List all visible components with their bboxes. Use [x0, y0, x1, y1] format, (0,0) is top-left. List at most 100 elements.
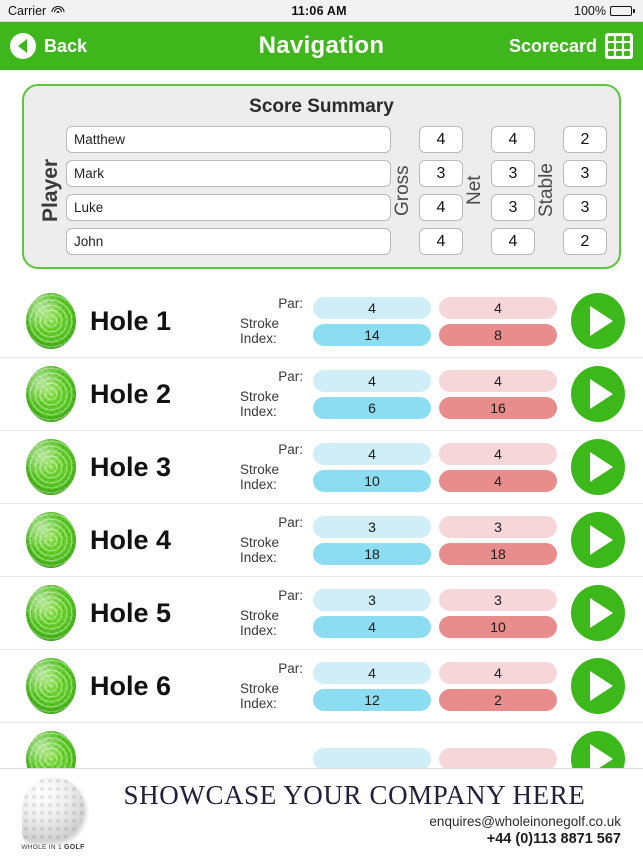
back-button[interactable]: Back — [10, 33, 87, 59]
blue-tee-values: 4 6 — [313, 369, 431, 419]
par-value-red: 3 — [439, 515, 557, 538]
scorecard-button-label: Scorecard — [508, 35, 597, 56]
par-value-red: 4 — [439, 296, 557, 319]
status-bar: Carrier 11:06 AM 100% — [0, 0, 643, 22]
advert-banner[interactable]: WHOLE IN 1 GOLF SHOWCASE YOUR COMPANY HE… — [0, 768, 643, 858]
player-name-input[interactable]: Mark — [66, 160, 391, 187]
player-name-input[interactable]: Luke — [66, 194, 391, 221]
net-score-value: 4 — [491, 228, 535, 255]
stroke-index-value-blue: 14 — [313, 323, 431, 346]
par-label: Par: — [278, 296, 303, 311]
player-name-input[interactable]: Matthew — [66, 126, 391, 153]
stroke-index-label: Stroke Index: — [240, 535, 280, 565]
par-value-red — [439, 748, 557, 770]
status-bar-left: Carrier — [8, 3, 65, 18]
hole-name-label: Hole 3 — [90, 451, 172, 482]
par-value-red: 4 — [439, 661, 557, 684]
green-golf-ball-icon — [26, 585, 76, 641]
play-arrow-icon[interactable] — [571, 293, 625, 349]
play-arrow-icon[interactable] — [571, 585, 625, 641]
hole-row[interactable]: Hole 3 Par: Stroke Index: 4 10 4 4 — [0, 431, 643, 504]
advert-text: SHOWCASE YOUR COMPANY HERE enquires@whol… — [92, 780, 629, 847]
par-value-blue: 4 — [313, 369, 431, 392]
hole-row[interactable]: Hole 2 Par: Stroke Index: 4 6 4 16 — [0, 358, 643, 431]
advert-phone[interactable]: +44 (0)113 8871 567 — [92, 831, 621, 847]
hole-row[interactable]: Hole 5 Par: Stroke Index: 3 4 3 10 — [0, 577, 643, 650]
play-arrow-icon[interactable] — [571, 512, 625, 568]
back-circle-arrow-icon — [10, 33, 36, 59]
stable-column-label: Stable — [536, 163, 557, 218]
grid-icon — [605, 33, 633, 59]
hole-metric-labels: Par: Stroke Index: — [240, 661, 313, 711]
hole-name-label: Hole 4 — [90, 524, 172, 555]
gross-column-label: Gross — [392, 165, 413, 216]
hole-metric-labels: Par: Stroke Index: — [240, 442, 313, 492]
par-value-red: 4 — [439, 442, 557, 465]
stroke-index-value-red: 10 — [439, 615, 557, 638]
red-tee-values: 4 16 — [439, 369, 557, 419]
status-bar-clock: 11:06 AM — [291, 3, 347, 18]
stroke-index-value-blue: 18 — [313, 542, 431, 565]
hole-metric-labels: Par: Stroke Index: — [240, 588, 313, 638]
par-label: Par: — [278, 661, 303, 676]
hole-name-label: Hole 2 — [90, 378, 172, 409]
play-arrow-icon[interactable] — [571, 439, 625, 495]
hole-metric-labels: Par: Stroke Index: — [240, 369, 313, 419]
stroke-index-value-blue: 10 — [313, 469, 431, 492]
green-golf-ball-icon — [26, 293, 76, 349]
logo-caption-brand: GOLF — [64, 843, 85, 851]
green-golf-ball-icon — [26, 658, 76, 714]
play-arrow-icon[interactable] — [571, 658, 625, 714]
score-summary-body: Player Matthew Mark Luke John Gross 4 3 … — [36, 126, 607, 255]
hole-metric-labels: Par: Stroke Index: — [240, 515, 313, 565]
back-button-label: Back — [44, 35, 88, 56]
gross-score-column: 4 3 4 4 — [419, 126, 463, 255]
blue-tee-values: 3 18 — [313, 515, 431, 565]
net-score-value: 4 — [491, 126, 535, 153]
par-value-blue: 4 — [313, 661, 431, 684]
status-bar-right: 100% — [574, 4, 635, 18]
net-column-label: Net — [464, 175, 485, 206]
blue-tee-values: 3 4 — [313, 588, 431, 638]
hole-metric-labels: Par: Stroke Index: — [240, 296, 313, 346]
score-summary-section: Score Summary Player Matthew Mark Luke J… — [0, 70, 643, 269]
red-tee-values: 4 4 — [439, 442, 557, 492]
green-golf-ball-icon — [26, 512, 76, 568]
gross-score-value: 4 — [419, 194, 463, 221]
hole-name-label: Hole 6 — [90, 670, 172, 701]
stroke-index-value-red: 16 — [439, 396, 557, 419]
app-screen: Carrier 11:06 AM 100% Back Navigation Sc… — [0, 0, 643, 858]
blue-tee-values: 4 10 — [313, 442, 431, 492]
scorecard-button[interactable]: Scorecard — [509, 33, 633, 59]
par-value-red: 4 — [439, 369, 557, 392]
par-value-red: 3 — [439, 588, 557, 611]
par-label: Par: — [278, 588, 303, 603]
gross-score-value: 4 — [419, 126, 463, 153]
score-summary-card: Score Summary Player Matthew Mark Luke J… — [22, 84, 621, 269]
stroke-index-value-blue: 6 — [313, 396, 431, 419]
golf-ball-shape — [22, 776, 84, 841]
red-tee-values: 4 8 — [439, 296, 557, 346]
stroke-index-label: Stroke Index: — [240, 389, 280, 419]
hole-row[interactable]: Hole 6 Par: Stroke Index: 4 12 4 2 — [0, 650, 643, 723]
navigation-bar: Back Navigation Scorecard — [0, 22, 643, 70]
battery-full-icon — [610, 5, 635, 16]
battery-percent-label: 100% — [574, 3, 606, 18]
stroke-index-label: Stroke Index: — [240, 608, 280, 638]
blue-tee-values: 4 12 — [313, 661, 431, 711]
advert-email[interactable]: enquires@wholeinonegolf.co.uk — [92, 814, 621, 829]
stable-score-value: 3 — [563, 194, 607, 221]
logo-caption: WHOLE IN 1 GOLF — [14, 844, 92, 851]
advert-headline: SHOWCASE YOUR COMPANY HERE — [123, 780, 586, 810]
hole-row[interactable]: Hole 1 Par: Stroke Index: 4 14 4 8 — [0, 285, 643, 358]
stroke-index-value-red: 4 — [439, 469, 557, 492]
player-name-input[interactable]: John — [66, 228, 391, 255]
blue-tee-values: 4 14 — [313, 296, 431, 346]
carrier-label: Carrier — [8, 3, 47, 18]
hole-row[interactable]: Hole 4 Par: Stroke Index: 3 18 3 18 — [0, 504, 643, 577]
stable-score-value: 2 — [563, 228, 607, 255]
net-score-value: 3 — [491, 160, 535, 187]
stroke-index-label: Stroke Index: — [240, 316, 280, 346]
par-label: Par: — [278, 442, 303, 457]
play-arrow-icon[interactable] — [571, 366, 625, 422]
